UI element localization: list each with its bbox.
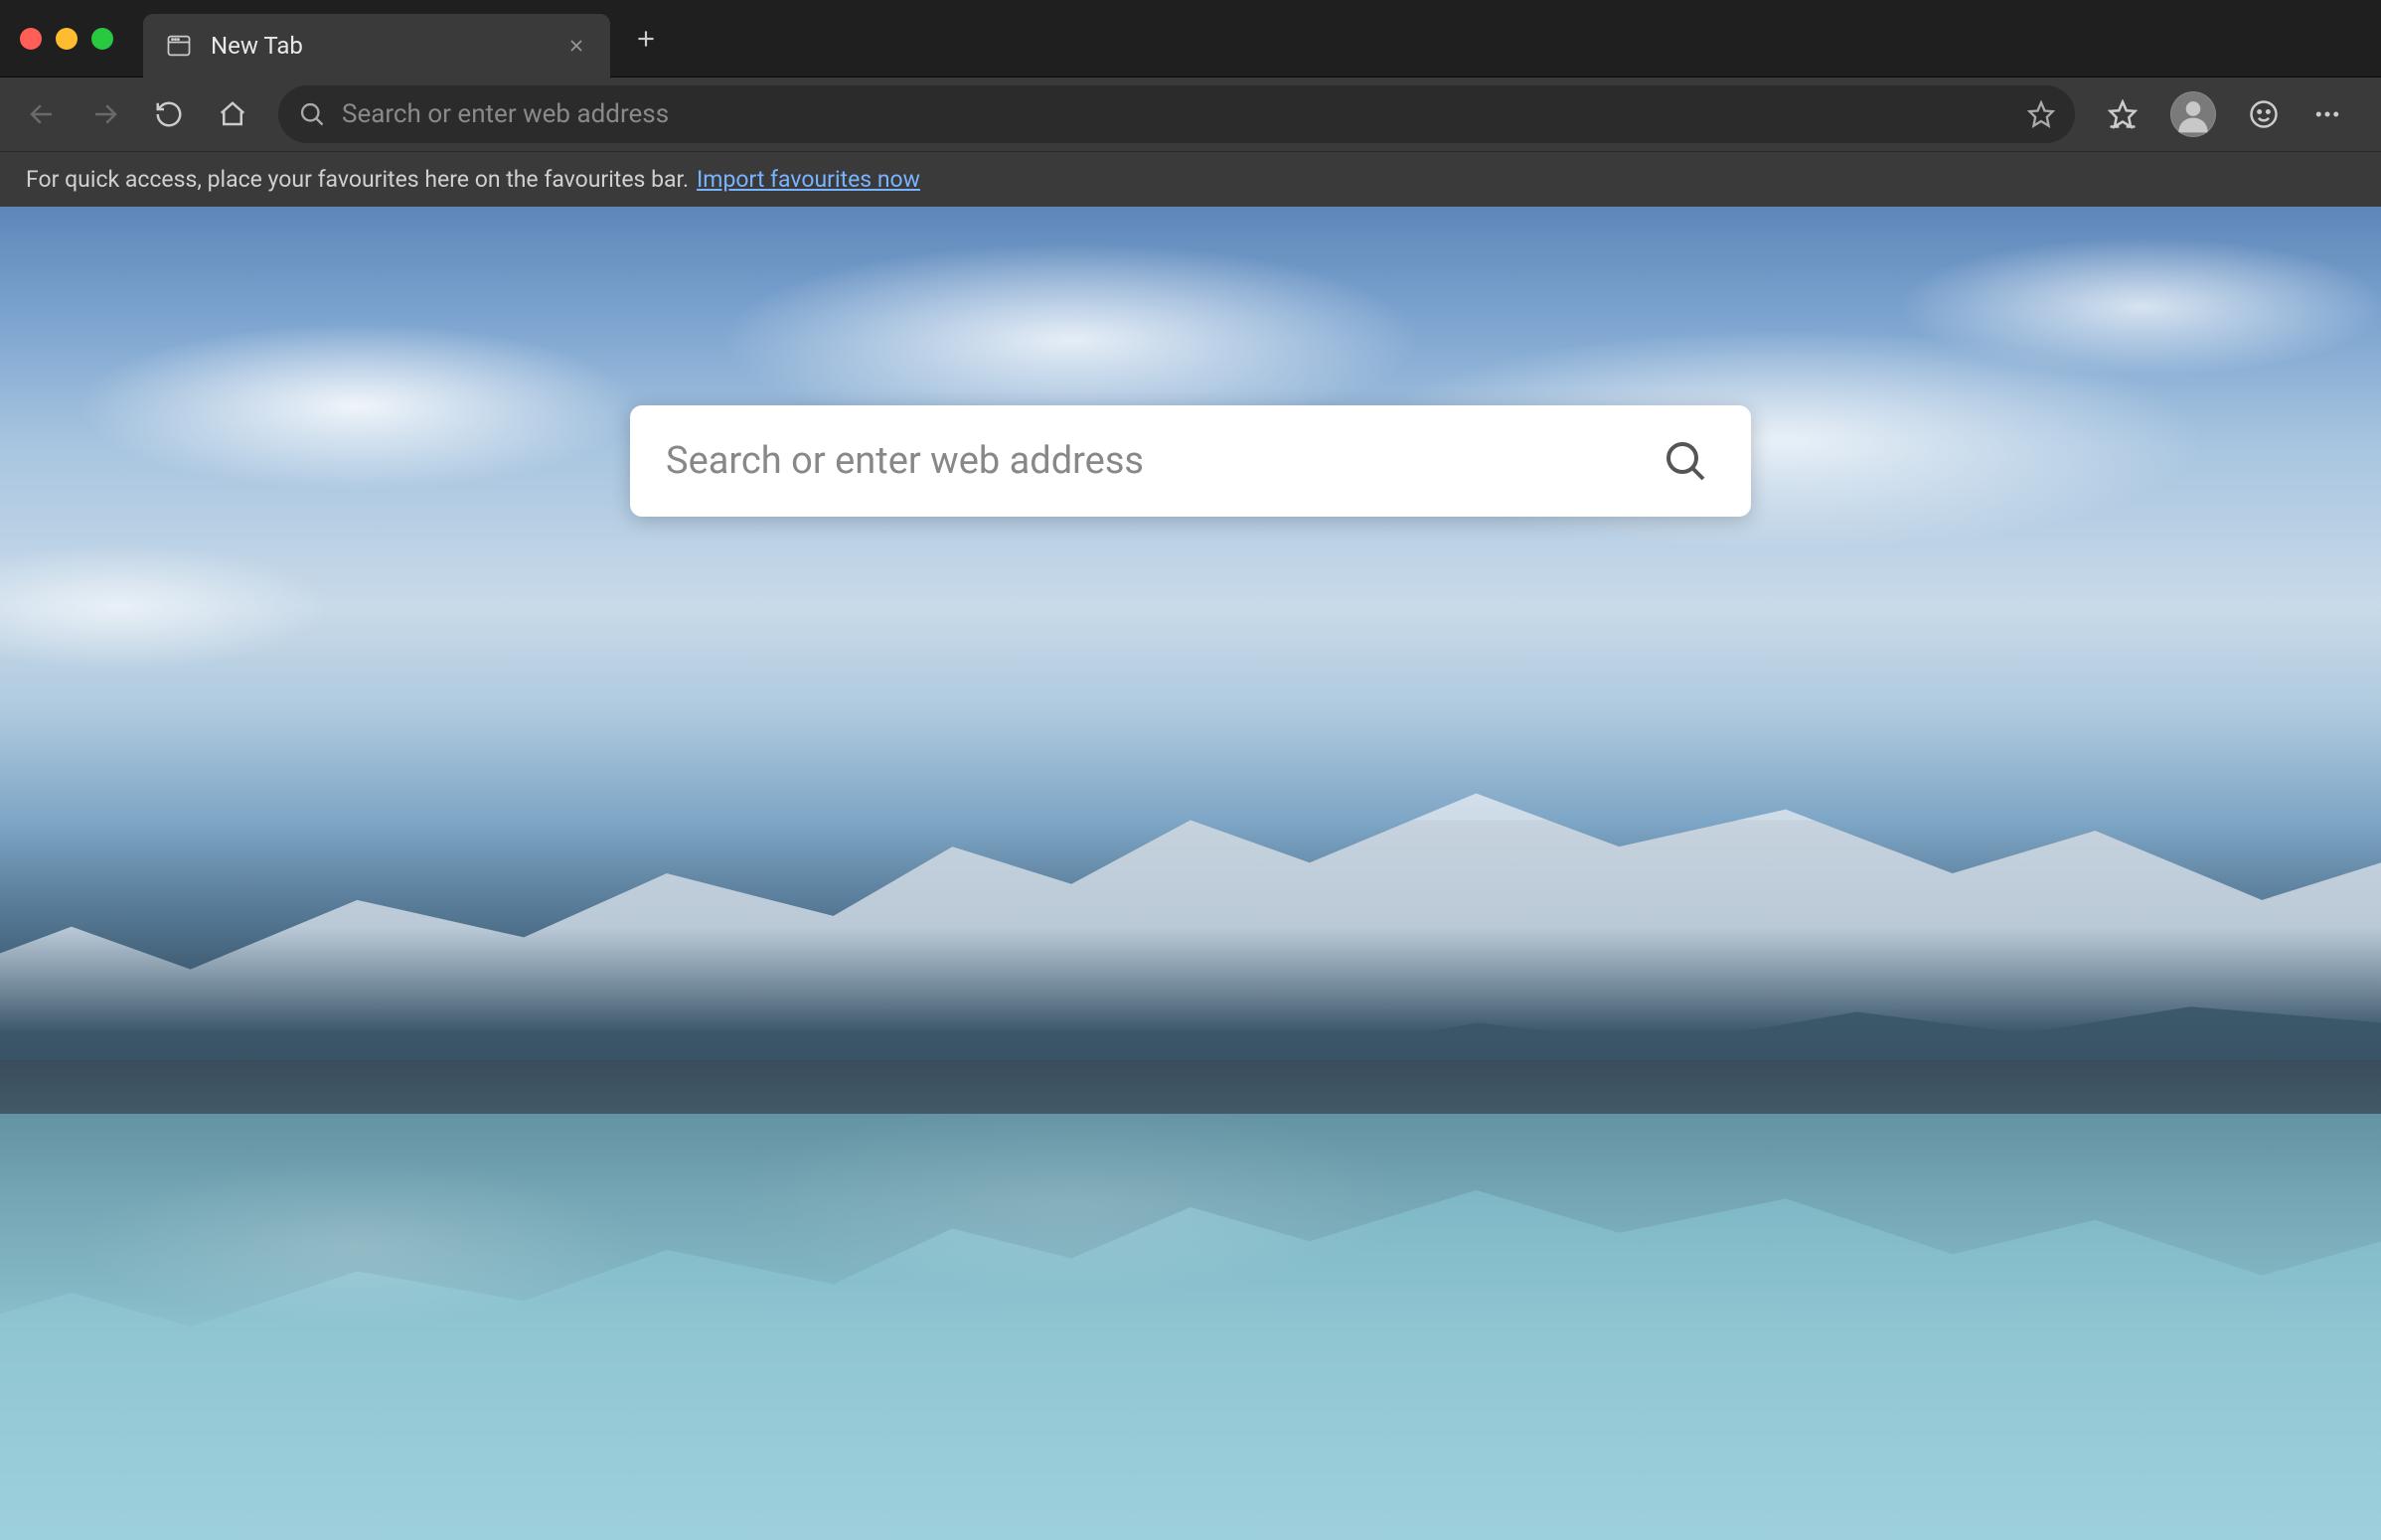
search-submit-button[interactable]: [1656, 431, 1715, 491]
add-favorite-button[interactable]: [2027, 100, 2055, 128]
toolbar-right: [2093, 84, 2367, 144]
address-input[interactable]: [342, 99, 2011, 129]
favorites-bar: For quick access, place your favourites …: [0, 151, 2381, 207]
tab-close-button[interactable]: [562, 32, 590, 60]
new-tab-search-input[interactable]: [666, 439, 1656, 483]
favorites-button[interactable]: [2093, 84, 2152, 144]
tab-title: New Tab: [211, 32, 547, 60]
window-minimize-button[interactable]: [56, 28, 78, 50]
menu-button[interactable]: [2298, 84, 2357, 144]
titlebar: New Tab: [0, 0, 2381, 77]
feedback-button[interactable]: [2234, 84, 2294, 144]
page-icon: [163, 30, 195, 62]
toolbar: [0, 77, 2381, 151]
import-favorites-link[interactable]: Import favourites now: [697, 166, 920, 193]
address-bar[interactable]: [278, 85, 2075, 143]
forward-button[interactable]: [78, 86, 133, 142]
new-tab-search-box[interactable]: [630, 405, 1751, 517]
window-controls: [20, 28, 113, 50]
window-close-button[interactable]: [20, 28, 42, 50]
new-tab-button[interactable]: [622, 15, 670, 63]
search-icon: [298, 100, 326, 128]
profile-button[interactable]: [2170, 91, 2216, 137]
home-button[interactable]: [205, 86, 260, 142]
content-area: [0, 207, 2381, 1540]
refresh-button[interactable]: [141, 86, 197, 142]
back-button[interactable]: [14, 86, 70, 142]
browser-tab[interactable]: New Tab: [143, 14, 610, 77]
window-maximize-button[interactable]: [91, 28, 113, 50]
favorites-hint-text: For quick access, place your favourites …: [26, 166, 689, 193]
